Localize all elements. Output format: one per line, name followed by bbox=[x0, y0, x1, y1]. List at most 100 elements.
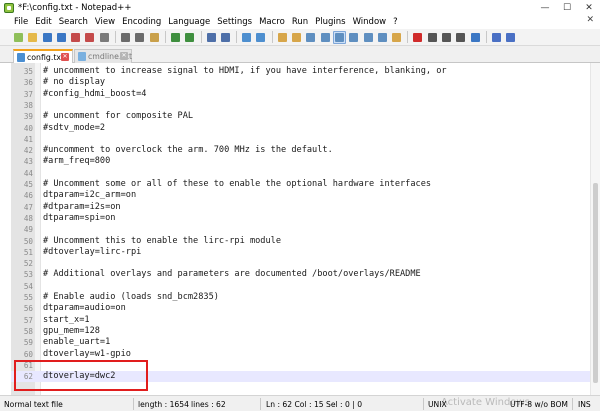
menu-run[interactable]: Run bbox=[292, 17, 308, 27]
menu-help[interactable]: ? bbox=[393, 17, 398, 27]
close-file-button[interactable] bbox=[69, 31, 82, 44]
line-number: 58 bbox=[23, 326, 33, 336]
tab-close-icon[interactable]: ✕ bbox=[120, 52, 128, 60]
menu-plugins[interactable]: Plugins bbox=[315, 17, 345, 27]
menu-view[interactable]: View bbox=[95, 17, 115, 27]
run-macro-multiple-button[interactable] bbox=[454, 31, 467, 44]
maximize-button[interactable]: ☐ bbox=[556, 0, 578, 15]
editor-line[interactable]: 59 enable_uart=1 bbox=[11, 337, 600, 348]
function-list-button[interactable] bbox=[376, 31, 389, 44]
sync-vertical-button[interactable] bbox=[276, 31, 289, 44]
copy-button[interactable] bbox=[133, 31, 146, 44]
menu-edit[interactable]: Edit bbox=[35, 17, 51, 27]
close-document-button[interactable]: ✕ bbox=[586, 15, 594, 25]
editor-line[interactable]: 36 # no display bbox=[11, 77, 600, 88]
cut-button[interactable] bbox=[119, 31, 132, 44]
editor-line[interactable]: 37 #config_hdmi_boost=4 bbox=[11, 89, 600, 100]
tab-cmdline-txt[interactable]: cmdline.txt ✕ bbox=[74, 49, 132, 63]
line-text: dtparam=spi=on bbox=[43, 212, 116, 223]
spell-check-button[interactable] bbox=[490, 31, 503, 44]
status-length: length : 1654 bbox=[138, 400, 189, 409]
stop-record-button[interactable] bbox=[426, 31, 439, 44]
editor-line[interactable]: 35 # uncomment to increase signal to HDMI… bbox=[11, 66, 600, 77]
text-editor[interactable]: 35 # uncomment to increase signal to HDMI… bbox=[11, 63, 600, 395]
save-macro-button[interactable] bbox=[469, 31, 482, 44]
menu-settings[interactable]: Settings bbox=[217, 17, 252, 27]
paste-button[interactable] bbox=[148, 31, 161, 44]
sync-horizontal-button[interactable] bbox=[290, 31, 303, 44]
editor-line[interactable]: 46 dtparam=i2c_arm=on bbox=[11, 190, 600, 201]
editor-line[interactable]: 58 gpu_mem=128 bbox=[11, 326, 600, 337]
zoom-in-button[interactable] bbox=[240, 31, 253, 44]
indent-guide-button[interactable] bbox=[332, 30, 346, 44]
vertical-scrollbar[interactable] bbox=[590, 63, 600, 395]
minimize-button[interactable]: — bbox=[534, 0, 556, 15]
editor-line[interactable]: 57 start_x=1 bbox=[11, 315, 600, 326]
status-eol[interactable]: UNIX bbox=[428, 400, 447, 409]
close-all-button[interactable] bbox=[83, 31, 96, 44]
menu-window[interactable]: Window bbox=[353, 17, 387, 27]
editor-line[interactable]: 54 bbox=[11, 281, 600, 292]
editor-line[interactable]: 39 # uncomment for composite PAL bbox=[11, 111, 600, 122]
status-encoding[interactable]: UTF-8 w/o BOM bbox=[510, 400, 568, 409]
tab-config-txt[interactable]: config.txt ✕ bbox=[13, 49, 73, 63]
editor-line[interactable]: 52 bbox=[11, 258, 600, 269]
scrollbar-thumb[interactable] bbox=[593, 183, 598, 383]
menu-search[interactable]: Search bbox=[59, 17, 88, 27]
close-window-button[interactable]: ✕ bbox=[578, 0, 600, 15]
editor-line[interactable]: 38 bbox=[11, 100, 600, 111]
editor-line[interactable]: 42 #uncomment to overclock the arm. 700 M… bbox=[11, 145, 600, 156]
stop-record-icon bbox=[427, 32, 437, 42]
undo-button[interactable] bbox=[169, 31, 182, 44]
line-number: 48 bbox=[23, 213, 33, 223]
menu-macro[interactable]: Macro bbox=[259, 17, 285, 27]
editor-line[interactable]: 60 dtoverlay=w1-gpio bbox=[11, 349, 600, 360]
title-bar: *F:\config.txt - Notepad++ — ☐ ✕ bbox=[0, 0, 600, 15]
zoom-out-button[interactable] bbox=[254, 31, 267, 44]
line-text: # uncomment to increase signal to HDMI, … bbox=[43, 66, 447, 76]
sync-horizontal-icon bbox=[292, 32, 302, 42]
save-button[interactable] bbox=[41, 31, 54, 44]
record-macro-button[interactable] bbox=[411, 31, 424, 44]
editor-line[interactable]: 56 dtparam=audio=on bbox=[11, 303, 600, 314]
editor-line[interactable]: 40 #sdtv_mode=2 bbox=[11, 123, 600, 134]
editor-line[interactable]: 49 bbox=[11, 224, 600, 235]
editor-line[interactable]: 44 bbox=[11, 168, 600, 179]
print-button[interactable] bbox=[98, 31, 111, 44]
folder-workspace-button[interactable] bbox=[390, 31, 403, 44]
word-wrap-button[interactable] bbox=[304, 31, 317, 44]
spell-check-settings-button[interactable] bbox=[504, 31, 517, 44]
new-file-button[interactable] bbox=[12, 31, 25, 44]
tab-close-icon[interactable]: ✕ bbox=[61, 53, 69, 61]
line-text: # no display bbox=[43, 77, 106, 88]
line-text: #config_hdmi_boost=4 bbox=[43, 88, 147, 99]
editor-line[interactable]: 47 #dtparam=i2s=on bbox=[11, 202, 600, 213]
status-insert-mode[interactable]: INS bbox=[578, 400, 591, 409]
line-text: #dtparam=i2s=on bbox=[43, 201, 121, 212]
print-icon bbox=[99, 32, 109, 42]
redo-button[interactable] bbox=[183, 31, 196, 44]
editor-line[interactable]: 50 # Uncomment this to enable the lirc-rp… bbox=[11, 236, 600, 247]
spell-check-settings-icon bbox=[506, 32, 516, 42]
editor-line[interactable]: 53 # Additional overlays and parameters a… bbox=[11, 269, 600, 280]
replace-button[interactable] bbox=[219, 31, 232, 44]
show-all-chars-button[interactable] bbox=[319, 31, 332, 44]
save-all-button[interactable] bbox=[55, 31, 68, 44]
editor-line[interactable]: 55 # Enable audio (loads snd_bcm2835) bbox=[11, 292, 600, 303]
editor-line[interactable]: 41 bbox=[11, 134, 600, 145]
editor-line[interactable]: 48 dtparam=spi=on bbox=[11, 213, 600, 224]
language-button[interactable] bbox=[347, 31, 360, 44]
doc-map-button[interactable] bbox=[362, 31, 375, 44]
status-divider bbox=[133, 398, 134, 410]
menu-language[interactable]: Language bbox=[168, 17, 210, 27]
menu-encoding[interactable]: Encoding bbox=[122, 17, 161, 27]
window-title: *F:\config.txt - Notepad++ bbox=[18, 2, 132, 13]
editor-line[interactable]: 43 #arm_freq=800 bbox=[11, 156, 600, 167]
play-macro-button[interactable] bbox=[440, 31, 453, 44]
menu-file[interactable]: File bbox=[14, 17, 28, 27]
find-button[interactable] bbox=[205, 31, 218, 44]
line-text: dtparam=i2c_arm=on bbox=[43, 190, 137, 201]
editor-line[interactable]: 51 #dtoverlay=lirc-rpi bbox=[11, 247, 600, 258]
open-file-button[interactable] bbox=[26, 31, 39, 44]
editor-line[interactable]: 45 # Uncomment some or all of these to en… bbox=[11, 179, 600, 190]
